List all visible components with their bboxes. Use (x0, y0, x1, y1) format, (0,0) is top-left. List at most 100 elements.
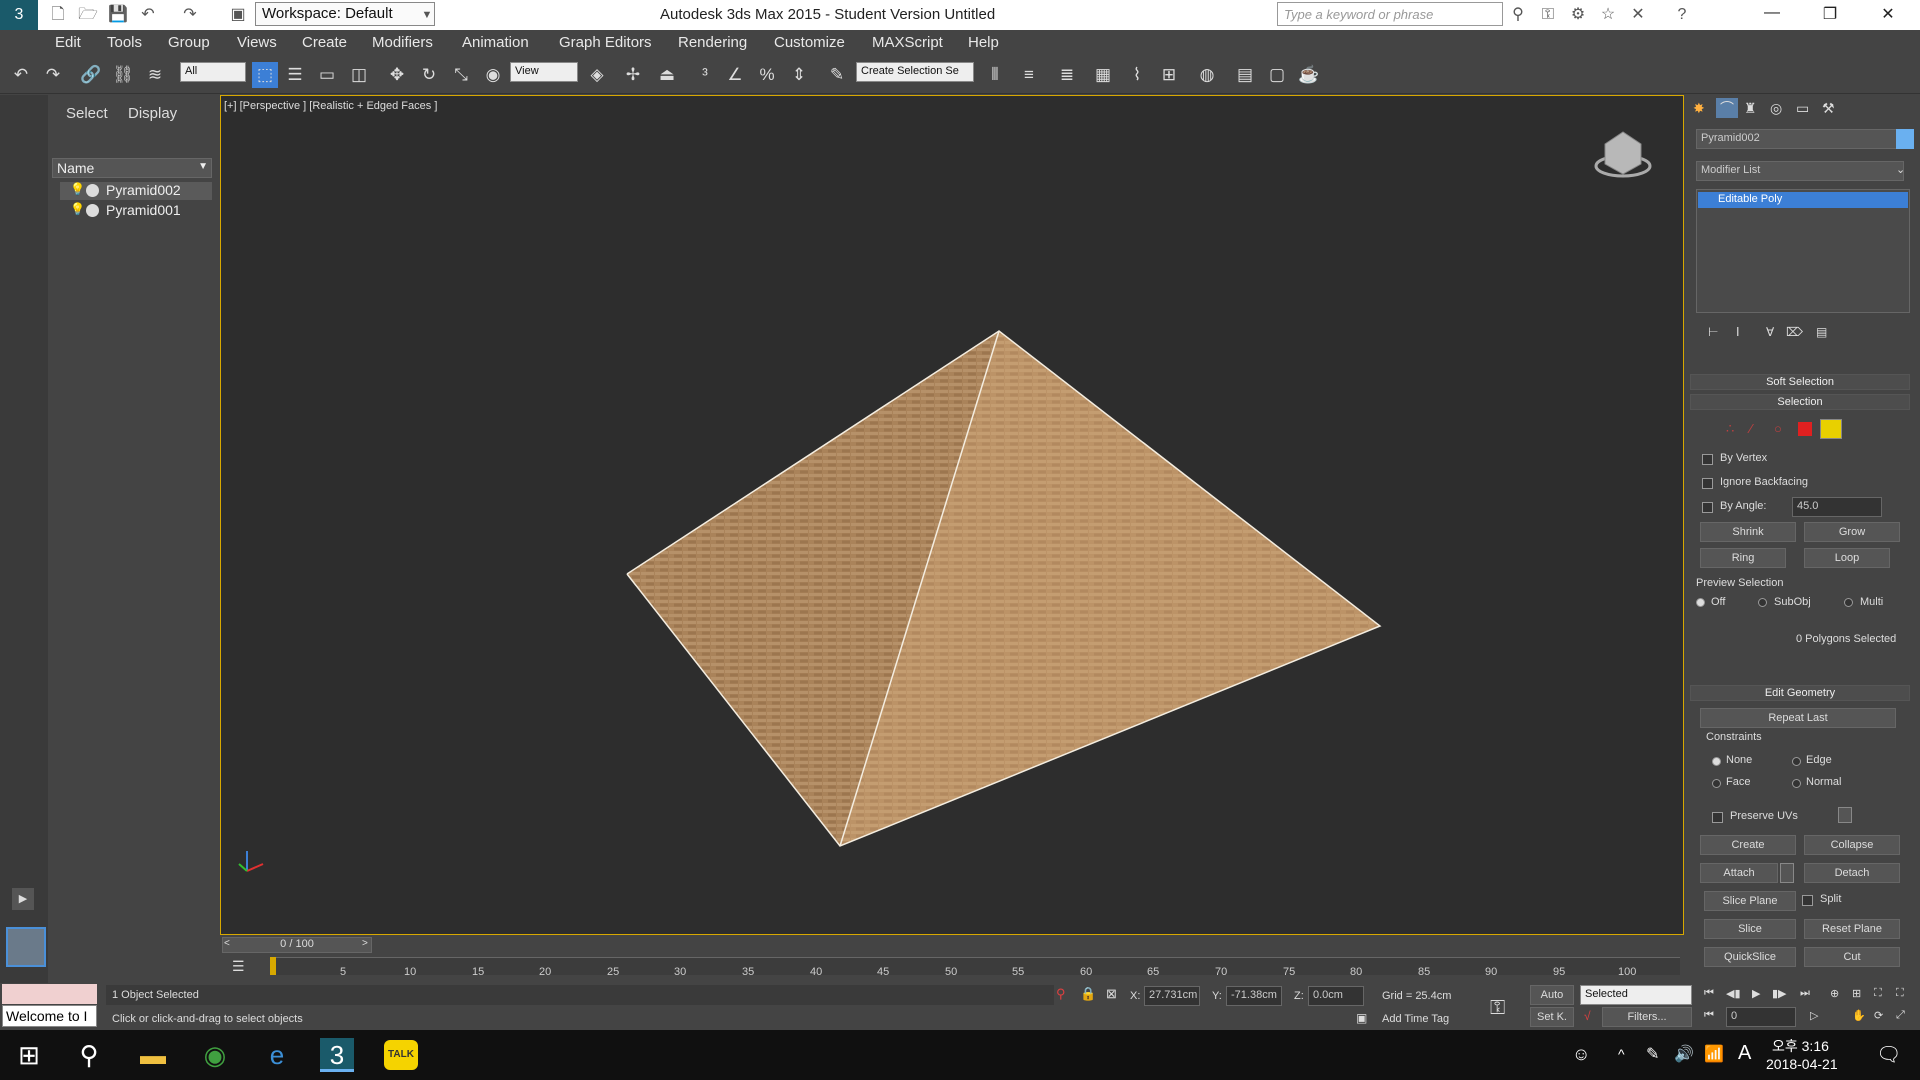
goto-end-icon[interactable]: ⏭ (1800, 987, 1810, 1000)
hierarchy-tab-icon[interactable]: ♜ (1744, 100, 1757, 117)
unlink-icon[interactable]: ⛓ (110, 62, 136, 88)
percent-snap-icon[interactable]: % (754, 62, 780, 88)
ring-button[interactable]: Ring (1700, 548, 1786, 568)
select-by-name-icon[interactable]: ☰ (282, 62, 308, 88)
visibility-icon[interactable] (86, 184, 99, 197)
close-button[interactable]: ✕ (1868, 4, 1908, 26)
maxscript-listener-pink[interactable] (2, 984, 97, 1004)
menu-group[interactable]: Group (168, 34, 210, 51)
edit-geometry-rollout[interactable]: Edit Geometry (1690, 685, 1910, 701)
preserve-uvs-checkbox[interactable] (1712, 812, 1723, 823)
mini-curve-icon[interactable]: ☰ (232, 958, 245, 975)
search-icon[interactable]: ⚲ (72, 1038, 106, 1072)
viewport-thumbnail[interactable] (6, 927, 46, 967)
light-bulb-icon[interactable]: 💡 (70, 202, 85, 216)
zoom-all-icon[interactable]: ⊞ (1852, 987, 1861, 1000)
prev-frame-icon[interactable]: < (224, 938, 230, 949)
show-end-result-icon[interactable]: Ⅰ (1736, 325, 1740, 339)
rotate-icon[interactable]: ↻ (416, 62, 442, 88)
motion-tab-icon[interactable]: ◎ (1770, 100, 1782, 117)
object-name-field[interactable]: Pyramid002 (1696, 129, 1902, 149)
create-tab-icon[interactable]: ✸ (1693, 100, 1705, 117)
viewcube-icon[interactable] (1604, 131, 1642, 175)
zoom-icon[interactable]: ⊕ (1830, 987, 1839, 1000)
schematic-icon[interactable]: ⊞ (1156, 62, 1182, 88)
modifier-list-dropdown[interactable]: Modifier List (1696, 161, 1904, 181)
spinner-snap-icon[interactable]: ⇕ (786, 62, 812, 88)
ignore-backfacing-checkbox[interactable] (1702, 478, 1713, 489)
network-icon[interactable]: 📶 (1704, 1044, 1724, 1064)
name-column-header[interactable]: Name ▼ (52, 158, 212, 178)
select-object-icon[interactable]: ⬚ (252, 62, 278, 88)
angle-snap-icon[interactable]: ∠ (722, 62, 748, 88)
menu-views[interactable]: Views (237, 34, 277, 51)
pen-icon[interactable]: ✎ (1646, 1044, 1659, 1064)
loop-button[interactable]: Loop (1804, 548, 1890, 568)
open-icon[interactable]: 🗁 (78, 5, 98, 25)
reset-plane-button[interactable]: Reset Plane (1804, 919, 1900, 939)
project-icon[interactable]: ▣ (228, 5, 248, 25)
render-setup-icon[interactable]: ▤ (1232, 62, 1258, 88)
element-mode-icon[interactable] (1820, 419, 1842, 439)
remove-modifier-icon[interactable]: ⌦ (1786, 325, 1803, 339)
zoom-extents-icon[interactable]: ⛶ (1874, 987, 1882, 1000)
lock-icon[interactable]: 🔒 (1080, 986, 1096, 1002)
save-icon[interactable]: 💾 (108, 5, 128, 25)
angle-spinner[interactable]: 45.0 (1792, 497, 1882, 517)
ime-indicator[interactable]: A (1738, 1042, 1751, 1065)
object-color-swatch[interactable] (1896, 129, 1914, 149)
shrink-button[interactable]: Shrink (1700, 522, 1796, 542)
people-icon[interactable]: ☺ (1572, 1044, 1590, 1065)
graphite-icon[interactable]: ▦ (1090, 62, 1116, 88)
bind-spacewarp-icon[interactable]: ≋ (142, 62, 168, 88)
repeat-last-button[interactable]: Repeat Last (1700, 708, 1896, 728)
set-key-button[interactable]: Set K. (1530, 1007, 1574, 1027)
clock-time[interactable]: 오후 3:16 (1772, 1036, 1829, 1056)
auto-key-button[interactable]: Auto (1530, 985, 1574, 1005)
chevron-down-icon[interactable]: ⌄ (1896, 163, 1905, 176)
attach-button[interactable]: Attach (1700, 863, 1778, 883)
play-icon[interactable]: ▶ (1752, 987, 1760, 1000)
tab-select[interactable]: Select (66, 105, 108, 122)
menu-tools[interactable]: Tools (107, 34, 142, 51)
binoculars-icon[interactable]: ⚲ (1508, 5, 1528, 25)
by-angle-checkbox[interactable] (1702, 502, 1713, 513)
window-crossing-icon[interactable]: ◫ (346, 62, 372, 88)
constraint-none-radio[interactable] (1712, 757, 1721, 766)
scale-icon[interactable]: ⤡ (448, 62, 474, 88)
vertex-mode-icon[interactable]: ∴ (1726, 421, 1734, 437)
material-editor-icon[interactable]: ◍ (1194, 62, 1220, 88)
time-tag-icon[interactable]: ▣ (1356, 1011, 1367, 1025)
menu-create[interactable]: Create (302, 34, 347, 51)
menu-rendering[interactable]: Rendering (678, 34, 747, 51)
undo-icon[interactable]: ↶ (138, 5, 158, 25)
snap-3d-icon[interactable]: ³ (692, 62, 718, 88)
rendered-frame-icon[interactable]: ▢ (1264, 62, 1290, 88)
internet-explorer-icon[interactable]: e (260, 1038, 294, 1072)
undo-icon[interactable]: ↶ (8, 62, 34, 88)
menu-maxscript[interactable]: MAXScript (872, 34, 943, 51)
collapse-button[interactable]: Collapse (1804, 835, 1900, 855)
detach-button[interactable]: Detach (1804, 863, 1900, 883)
render-icon[interactable]: ☕ (1296, 62, 1322, 88)
menu-edit[interactable]: Edit (55, 34, 81, 51)
select-manipulate-icon[interactable]: ✢ (620, 62, 646, 88)
kakaotalk-icon[interactable]: TALK (384, 1040, 418, 1070)
maxscript-listener[interactable]: Welcome to I (2, 1005, 97, 1027)
keyboard-shortcut-icon[interactable]: ⏏ (654, 62, 680, 88)
help-icon[interactable]: ? (1672, 5, 1692, 25)
zoom-extents-all-icon[interactable]: ⛶ (1896, 987, 1904, 1000)
volume-icon[interactable]: 🔊 (1674, 1044, 1694, 1064)
expand-button[interactable]: ▶ (12, 888, 34, 910)
preview-subobj-radio[interactable] (1758, 598, 1767, 607)
edit-named-sel-icon[interactable]: ✎ (824, 62, 850, 88)
tab-display[interactable]: Display (128, 105, 177, 122)
viewport-canvas[interactable] (221, 96, 1685, 936)
light-bulb-icon[interactable]: 💡 (70, 182, 85, 196)
key-curve-icon[interactable]: √ (1584, 1009, 1591, 1023)
z-coordinate-field[interactable]: 0.0cm (1308, 986, 1364, 1006)
orbit-icon[interactable]: ⟳ (1874, 1009, 1883, 1022)
key-mode-icon[interactable]: ⏮ (1704, 1009, 1714, 1022)
isolate-icon[interactable]: ⚲ (1056, 986, 1066, 1002)
quickslice-button[interactable]: QuickSlice (1704, 947, 1796, 967)
